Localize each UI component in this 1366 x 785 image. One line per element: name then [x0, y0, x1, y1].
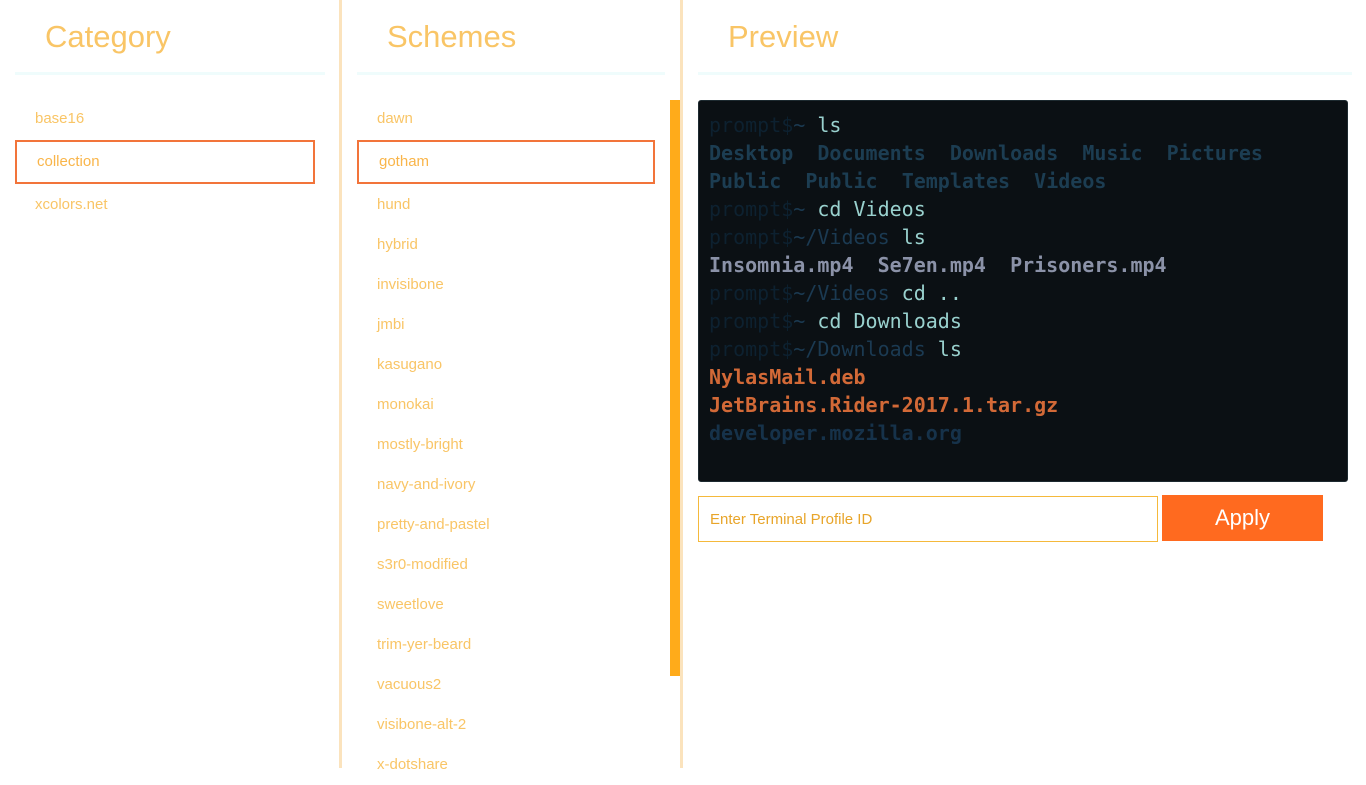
scheme-item-vacuous2[interactable]: vacuous2: [357, 665, 655, 705]
terminal-line: Insomnia.mp4 Se7en.mp4 Prisoners.mp4: [709, 253, 1167, 277]
terminal-line: prompt$~ ls: [709, 113, 842, 137]
scheme-item-hybrid[interactable]: hybrid: [357, 225, 655, 265]
terminal-line: Public Public Templates Videos: [709, 169, 1107, 193]
terminal-line: prompt$~/Videos cd ..: [709, 281, 962, 305]
category-list: base16 collection xcolors.net: [15, 99, 315, 225]
scheme-item-invisibone[interactable]: invisibone: [357, 265, 655, 305]
scheme-item-jmbi[interactable]: jmbi: [357, 305, 655, 345]
scheme-item-monokai[interactable]: monokai: [357, 385, 655, 425]
scheme-item-sweetlove[interactable]: sweetlove: [357, 585, 655, 625]
terminal-line: NylasMail.deb: [709, 365, 866, 389]
scheme-item-hund[interactable]: hund: [357, 185, 655, 225]
scheme-item-mostly-bright[interactable]: mostly-bright: [357, 425, 655, 465]
category-item-collection[interactable]: collection: [15, 140, 315, 184]
scheme-item-dawn[interactable]: dawn: [357, 99, 655, 139]
scheme-item-navy-and-ivory[interactable]: navy-and-ivory: [357, 465, 655, 505]
category-title: Category: [45, 19, 171, 54]
schemes-divider: [357, 72, 665, 75]
terminal-line: prompt$~/Downloads ls: [709, 337, 962, 361]
scheme-item-x-dotshare[interactable]: x-dotshare: [357, 745, 655, 785]
category-item-base16[interactable]: base16: [15, 99, 315, 139]
category-item-xcolors[interactable]: xcolors.net: [15, 185, 315, 225]
scheme-item-kasugano[interactable]: kasugano: [357, 345, 655, 385]
category-panel: Category base16 collection xcolors.net: [0, 0, 340, 768]
terminal-line: prompt$~/Videos ls: [709, 225, 926, 249]
category-divider: [15, 72, 325, 75]
terminal-line: Desktop Documents Downloads Music Pictur…: [709, 141, 1263, 165]
schemes-panel: Schemes dawn gotham hund hybrid invisibo…: [343, 0, 681, 773]
apply-button[interactable]: Apply: [1162, 495, 1323, 541]
terminal-line: developer.mozilla.org: [709, 421, 962, 445]
scheme-item-s3r0-modified[interactable]: s3r0-modified: [357, 545, 655, 585]
scheme-item-pretty-and-pastel[interactable]: pretty-and-pastel: [357, 505, 655, 545]
scheme-item-visibone-alt-2[interactable]: visibone-alt-2: [357, 705, 655, 745]
scheme-item-gotham[interactable]: gotham: [357, 140, 655, 184]
preview-divider: [698, 72, 1352, 75]
scheme-item-trim-yer-beard[interactable]: trim-yer-beard: [357, 625, 655, 665]
terminal-profile-id-input[interactable]: [698, 496, 1158, 542]
schemes-scrollbar[interactable]: [670, 100, 680, 676]
terminal-line: prompt$~ cd Videos: [709, 197, 926, 221]
schemes-title: Schemes: [387, 19, 517, 54]
terminal-preview: prompt$~ ls Desktop Documents Downloads …: [698, 100, 1348, 482]
preview-title: Preview: [728, 19, 839, 54]
terminal-line: prompt$~ cd Downloads: [709, 309, 962, 333]
preview-panel: Preview prompt$~ ls Desktop Documents Do…: [684, 0, 1366, 768]
schemes-list: dawn gotham hund hybrid invisibone jmbi …: [357, 99, 655, 785]
terminal-line: JetBrains.Rider-2017.1.tar.gz: [709, 393, 1059, 417]
